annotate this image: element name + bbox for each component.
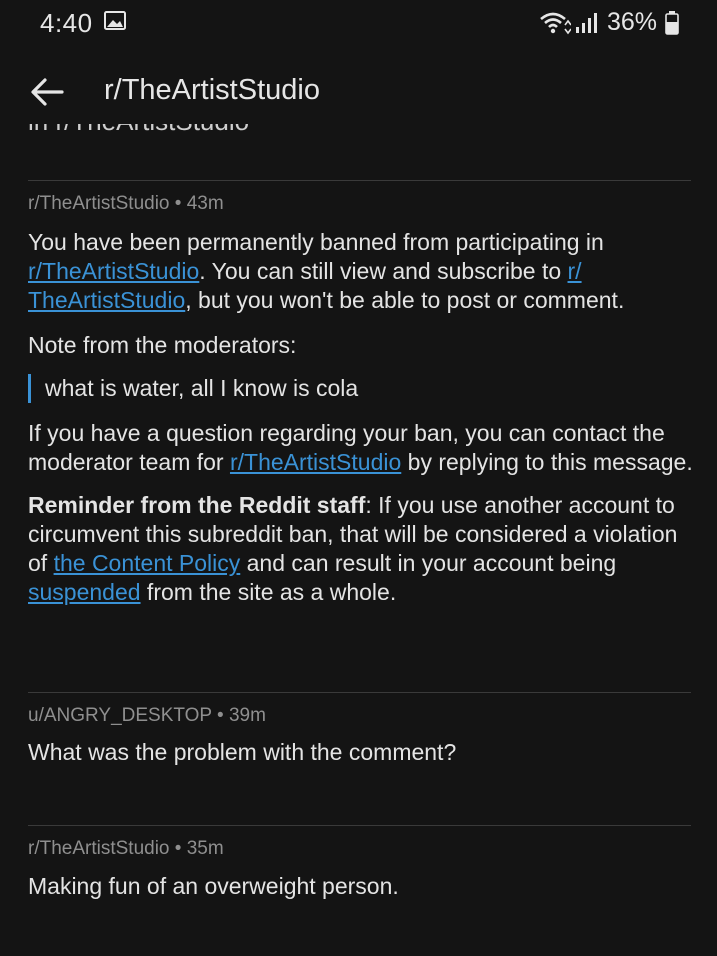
divider — [28, 180, 691, 181]
message-body: You have been permanently banned from pa… — [28, 228, 693, 607]
thread-subject-partial: in r/TheArtistStudio — [28, 124, 249, 137]
message-body: Making fun of an overweight person. — [28, 873, 399, 899]
contact-instructions: If you have a question regarding your ba… — [28, 420, 693, 475]
message-meta: r/TheArtistStudio • 35m — [28, 838, 224, 859]
message-meta: u/ANGRY_DESKTOP • 39m — [28, 705, 266, 726]
subreddit-link[interactable]: r/TheArtistStudio — [28, 258, 199, 284]
message-body: What was the problem with the comment? — [28, 739, 457, 765]
note-label: Note from the moderators: — [28, 332, 297, 358]
message-thread[interactable]: in r/TheArtistStudio r/TheArtistStudio •… — [0, 124, 717, 956]
moderator-note-quote: what is water, all I know is cola — [28, 374, 693, 403]
battery-icon — [665, 10, 679, 35]
staff-reminder: Reminder from the Reddit staff: If you u… — [28, 492, 678, 605]
ban-notice: You have been permanently banned from pa… — [28, 229, 625, 313]
back-arrow-icon[interactable] — [30, 77, 64, 107]
page-title: r/TheArtistStudio — [104, 74, 320, 106]
battery-percent: 36% — [606, 8, 657, 36]
status-bar: 4:40 36% — [0, 0, 717, 48]
wifi-icon — [540, 12, 571, 34]
signal-icon — [575, 12, 597, 33]
suspended-link[interactable]: suspended — [28, 579, 141, 605]
image-notification-icon — [104, 11, 126, 30]
subreddit-link[interactable]: r/TheArtistStudio — [230, 449, 401, 475]
content-policy-link[interactable]: the Content Policy — [54, 550, 241, 576]
divider — [28, 692, 691, 693]
message-meta: r/TheArtistStudio • 43m — [28, 193, 224, 214]
status-time: 4:40 — [40, 8, 93, 38]
divider — [28, 825, 691, 826]
app-bar: r/TheArtistStudio — [0, 62, 717, 124]
